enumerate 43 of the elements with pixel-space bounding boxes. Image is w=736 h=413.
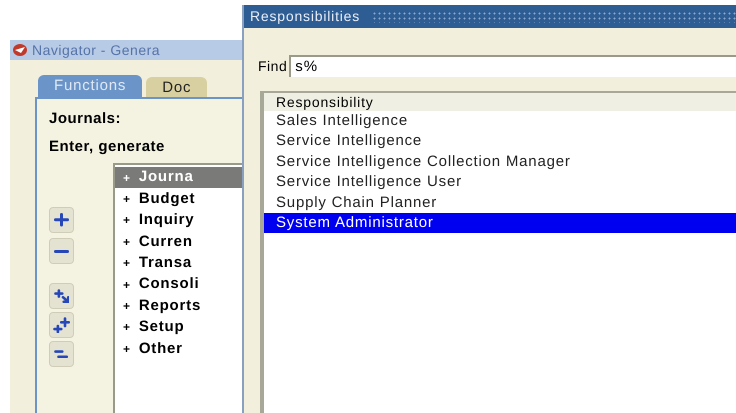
collapse-icon — [54, 250, 69, 252]
column-header: Responsibility — [264, 93, 736, 111]
expand-branch-button[interactable] — [49, 283, 74, 309]
expander[interactable]: + — [123, 318, 131, 336]
collapse-all-icon — [54, 350, 69, 358]
expand-button[interactable] — [49, 207, 74, 233]
responsibility-row[interactable]: Sales Intelligence — [264, 111, 736, 132]
find-field[interactable]: s% — [289, 55, 736, 77]
expander[interactable]: + — [123, 232, 131, 251]
section-description: Enter, generate — [49, 137, 165, 157]
find-label: Find — [258, 56, 288, 76]
expand-branch-icon — [54, 288, 70, 304]
tree-item[interactable]: + Curren — [115, 231, 242, 253]
tree-item[interactable]: + Setup — [115, 316, 242, 338]
responsibility-row[interactable]: Service Intelligence Collection Manager — [264, 152, 736, 172]
collapse-button[interactable] — [49, 238, 74, 264]
responsibility-row[interactable]: Service Intelligence — [264, 131, 736, 152]
tree-item[interactable]: + Budget — [115, 188, 242, 210]
window-title: Responsibilities — [250, 7, 360, 26]
tree-item[interactable]: + Transa — [115, 252, 242, 274]
responsibility-row[interactable]: Service Intelligence User — [264, 172, 736, 193]
expander[interactable]: + — [123, 254, 131, 272]
expander[interactable]: + — [123, 297, 131, 316]
collapse-all-button[interactable] — [49, 341, 74, 367]
tab[interactable]: Doc — [146, 77, 208, 97]
expander[interactable]: + — [123, 340, 131, 358]
expand-all-button[interactable] — [49, 312, 74, 338]
expander[interactable]: + — [123, 211, 131, 230]
responsibility-row[interactable]: Supply Chain Planner — [264, 192, 736, 213]
expander[interactable]: + — [123, 168, 131, 187]
app-logo-icon — [12, 43, 28, 57]
tree-item[interactable]: + Consoli — [115, 274, 242, 296]
expander[interactable]: + — [123, 190, 131, 208]
section-heading: Journals: — [49, 109, 122, 129]
tree-item[interactable]: + Other — [115, 338, 242, 360]
tree-item[interactable]: + Inquiry — [115, 210, 242, 232]
window-title: Navigator - Genera — [32, 40, 160, 60]
expander[interactable]: + — [123, 276, 131, 294]
responsibility-row[interactable]: System Administrator — [264, 212, 736, 234]
tree-item[interactable]: + Reports — [115, 295, 242, 317]
tree-item[interactable]: + Journa — [115, 167, 242, 188]
expand-all-icon — [52, 316, 70, 334]
expand-icon — [54, 213, 69, 227]
